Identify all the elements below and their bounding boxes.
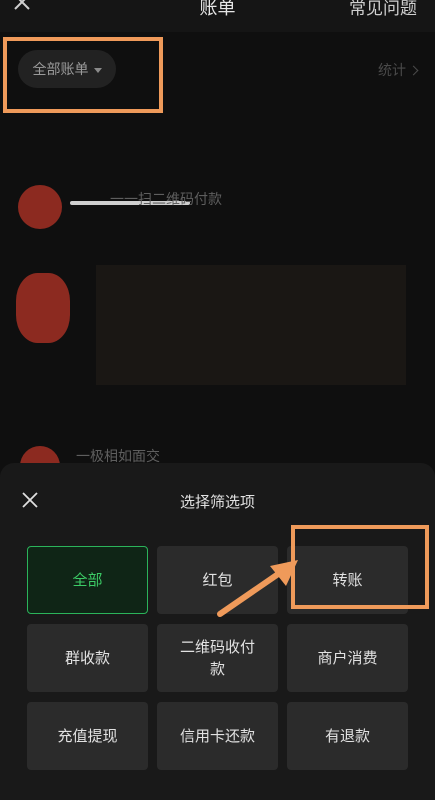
sheet-title: 选择筛选项 <box>179 493 255 511</box>
stats-label: 统计 <box>378 63 406 79</box>
stats-link[interactable]: 统计 <box>378 60 419 80</box>
list-item[interactable] <box>0 265 435 405</box>
chevron-right-icon <box>408 65 419 75</box>
annotation-highlight-transfer <box>291 525 429 609</box>
filter-option-topup-withdraw[interactable]: 充值提现 <box>27 702 148 770</box>
list-item-title: 一一扫二维码付款 <box>110 192 222 208</box>
filter-sheet: 选择筛选项 全部 红包 转账 群收款 二维码收付款 商户消费 充值提现 信用卡还… <box>0 463 435 800</box>
avatar <box>16 273 70 343</box>
filter-option-qr-payment[interactable]: 二维码收付款 <box>157 624 278 692</box>
header: 账单 常见问题 <box>0 0 435 32</box>
list-item[interactable]: 一一扫二维码付款 <box>0 175 435 245</box>
filter-option-group-collect[interactable]: 群收款 <box>27 624 148 692</box>
avatar <box>18 185 62 229</box>
filter-option-credit-card[interactable]: 信用卡还款 <box>157 702 278 770</box>
annotation-arrow-icon <box>217 560 298 617</box>
faq-link[interactable]: 常见问题 <box>349 0 417 19</box>
list-item-thumbnail <box>96 265 406 385</box>
filter-option-all[interactable]: 全部 <box>27 546 148 614</box>
filter-option-refund[interactable]: 有退款 <box>287 702 408 770</box>
filter-option-merchant[interactable]: 商户消费 <box>287 624 408 692</box>
annotation-highlight-filter <box>3 37 163 113</box>
